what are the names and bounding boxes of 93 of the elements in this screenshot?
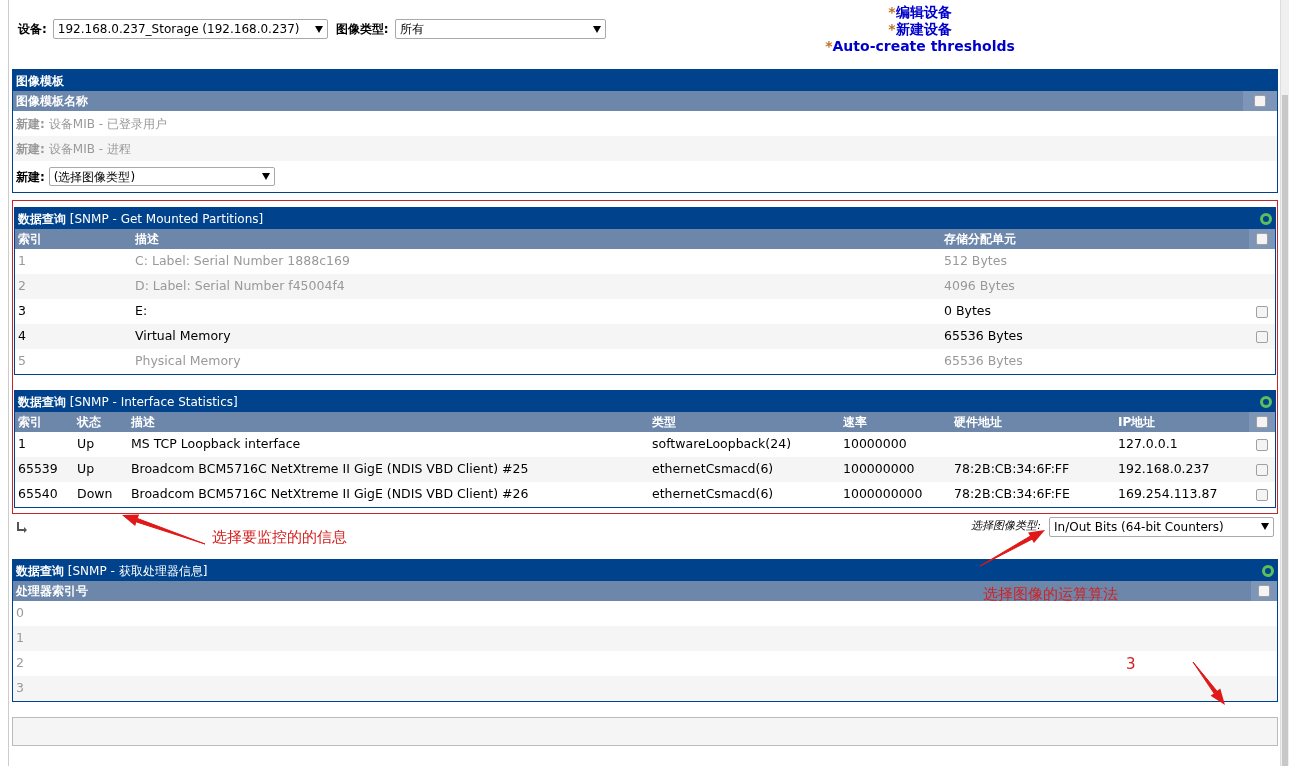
- refresh-icon[interactable]: [1260, 212, 1272, 225]
- table-cell-text: 5: [17, 352, 26, 371]
- table-cell-text: Broadcom BCM5716C NetXtreme II GigE (NDIS VBD Client) #26: [130, 485, 529, 504]
- table-cell-text: softwareLoopback(24): [651, 435, 792, 454]
- checkbox[interactable]: [1256, 330, 1268, 343]
- checkbox[interactable]: [1256, 438, 1268, 451]
- table-cell-text: 1: [15, 629, 24, 648]
- table-cell-text: 78:2B:CB:34:6F:FF: [953, 460, 1070, 479]
- table-cell-text: D: Label: Serial Number f45004f4: [134, 277, 345, 296]
- template-name: 设备MIB - 进程: [48, 140, 131, 158]
- annotation-text: 选择图像的运算算法: [983, 584, 1118, 605]
- link[interactable]: *Auto-create thresholds: [825, 38, 1015, 55]
- table-cell-text: ethernetCsmacd(6): [651, 485, 774, 504]
- table-cell-text: E:: [134, 302, 148, 321]
- column-header: IP地址: [1117, 414, 1156, 431]
- dropdown-arrow-icon: [592, 25, 601, 33]
- dropdown-arrow-icon: [314, 25, 323, 33]
- dropdown-arrow-icon: [261, 173, 270, 180]
- column-header: 硬件地址: [953, 414, 1002, 431]
- checkbox[interactable]: [1254, 95, 1266, 107]
- link[interactable]: *编辑设备: [888, 4, 952, 21]
- annotation-text: 选择要监控的的信息: [212, 527, 347, 548]
- checkbox[interactable]: [1256, 488, 1268, 501]
- table-cell-text: 78:2B:CB:34:6F:FE: [953, 485, 1070, 504]
- table-title: 数据查询 [SNMP - Interface Statistics]: [18, 393, 238, 411]
- table-cell-text: 192.168.0.237: [1117, 460, 1210, 479]
- table-cell-text: 100000000: [842, 460, 915, 479]
- table-cell-text: 0: [15, 604, 24, 623]
- table-cell-text: 65536 Bytes: [943, 352, 1023, 371]
- dropdown-arrow-icon: [1261, 523, 1269, 530]
- table-cell-text: ethernetCsmacd(6): [651, 460, 774, 479]
- table-cell-text: 65539: [17, 460, 58, 479]
- device-label: 设备:: [18, 21, 47, 38]
- table-cell-text: 1000000000: [842, 485, 923, 504]
- column-header: 处理器索引号: [15, 583, 88, 600]
- row-label: 新建:: [16, 140, 45, 158]
- column-header: 图像模板名称: [16, 93, 88, 110]
- table-cell-text: Physical Memory: [134, 352, 241, 371]
- table-title: 图像模板: [16, 72, 64, 90]
- table-title: 数据查询 [SNMP - 获取处理器信息]: [16, 562, 208, 580]
- table-cell-text: 4096 Bytes: [943, 277, 1015, 296]
- table-cell-text: 169.254.113.87: [1117, 485, 1218, 504]
- table-cell-text: 3: [15, 679, 24, 698]
- column-header: 状态: [75, 414, 101, 431]
- graph-type-select[interactable]: In/Out Bits (64-bit Counters): [1049, 516, 1274, 537]
- annotation-arrow: [1192, 661, 1225, 705]
- graph-type-label: 选择图像类型:: [971, 518, 1041, 535]
- row-label: 新建:: [16, 115, 45, 133]
- table-cell-text: Broadcom BCM5716C NetXtreme II GigE (NDIS VBD Client) #25: [130, 460, 529, 479]
- table-cell-text: 4: [17, 327, 26, 346]
- table-cell-text: 2: [15, 654, 24, 673]
- column-header: 类型: [651, 414, 676, 431]
- annotation-arrow: [979, 530, 1045, 567]
- refresh-icon[interactable]: [1262, 564, 1274, 577]
- table-cell-text: 1: [17, 252, 26, 271]
- table-cell-text: 127.0.0.1: [1117, 435, 1178, 454]
- column-header: 索引: [17, 414, 42, 431]
- column-header: 描述: [134, 231, 159, 248]
- checkbox[interactable]: [1258, 585, 1270, 597]
- graph-type-label: 图像类型:: [335, 21, 389, 38]
- table-cell-text: Down: [76, 485, 113, 504]
- table-cell-text: C: Label: Serial Number 1888c169: [134, 252, 350, 271]
- refresh-icon[interactable]: [1260, 395, 1272, 408]
- annotation-text: 3: [1126, 654, 1136, 675]
- table-cell-text: Up: [76, 460, 95, 479]
- table-title: 数据查询 [SNMP - Get Mounted Partitions]: [18, 210, 264, 228]
- column-header: 索引: [17, 231, 42, 248]
- table-cell-text: 65536 Bytes: [943, 327, 1023, 346]
- template-select[interactable]: (选择图像类型): [48, 167, 275, 186]
- table-cell-text: 512 Bytes: [943, 252, 1007, 271]
- checkbox[interactable]: [1256, 233, 1268, 245]
- scrollbar[interactable]: [1280, 0, 1289, 766]
- table-cell-text: 2: [17, 277, 26, 296]
- table-cell-text: 10000000: [842, 435, 907, 454]
- checkbox[interactable]: [1256, 463, 1268, 476]
- column-header: 速率: [842, 414, 867, 431]
- table-cell-text: 3: [17, 302, 26, 321]
- row-label: 新建:: [16, 168, 45, 186]
- table-cell-text: 65540: [17, 485, 58, 504]
- column-header: 存储分配单元: [943, 231, 1016, 248]
- return-arrow-icon: [16, 520, 28, 533]
- graph-type-select[interactable]: 所有: [394, 19, 606, 39]
- table-cell-text: Up: [76, 435, 95, 454]
- template-name: 设备MIB - 已登录用户: [48, 115, 167, 133]
- column-header: 描述: [130, 414, 155, 431]
- checkbox[interactable]: [1256, 416, 1268, 428]
- table-cell-text: MS TCP Loopback interface: [130, 435, 301, 454]
- checkbox[interactable]: [1256, 305, 1268, 318]
- table-cell-text: 1: [17, 435, 26, 454]
- device-select[interactable]: 192.168.0.237_Storage (192.168.0.237): [52, 19, 328, 39]
- table-cell-text: 0 Bytes: [943, 302, 991, 321]
- link[interactable]: *新建设备: [888, 21, 952, 38]
- table-cell-text: Virtual Memory: [134, 327, 231, 346]
